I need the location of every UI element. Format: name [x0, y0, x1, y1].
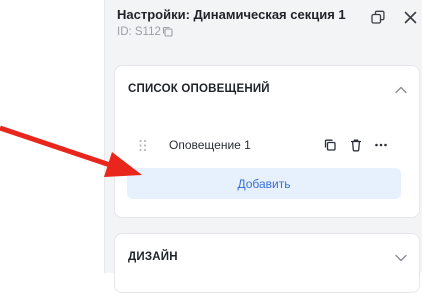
panel-id: ID: S112	[117, 26, 173, 40]
notifications-section-title: СПИСОК ОПОВЕЩЕНИЙ	[128, 83, 270, 95]
chevron-up-icon[interactable]	[394, 83, 408, 97]
notification-item[interactable]: Оповещение 1	[127, 128, 410, 162]
trash-icon[interactable]	[349, 138, 363, 152]
more-icon[interactable]	[374, 138, 388, 152]
settings-panel: Настройки: Динамическая секция 1 ID: S11…	[104, 0, 422, 293]
drag-handle-icon[interactable]	[138, 139, 148, 152]
canvas-area	[0, 0, 104, 273]
notification-item-label: Оповещение 1	[169, 138, 251, 152]
popout-button[interactable]	[369, 8, 387, 26]
panel-id-text: ID: S112	[117, 26, 161, 38]
panel-title: Настройки: Динамическая секция 1	[117, 7, 346, 22]
close-button[interactable]	[401, 8, 419, 26]
design-section-title: ДИЗАЙН	[128, 251, 178, 263]
notifications-section: СПИСОК ОПОВЕЩЕНИЙ Оповещение 1 Добавить	[114, 65, 420, 218]
add-notification-button[interactable]: Добавить	[127, 168, 401, 199]
popout-icon	[371, 10, 385, 24]
copy-icon[interactable]	[162, 26, 173, 40]
close-icon	[404, 11, 416, 23]
chevron-down-icon[interactable]	[394, 251, 408, 265]
duplicate-icon[interactable]	[323, 138, 337, 152]
design-section: ДИЗАЙН	[114, 233, 420, 293]
